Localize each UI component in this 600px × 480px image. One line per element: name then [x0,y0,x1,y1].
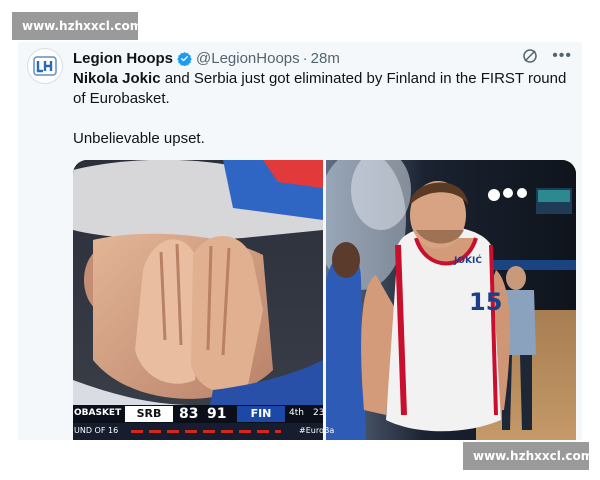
more-options-icon[interactable]: ••• [552,48,572,64]
scorebug-bottom-row: UND OF 16 #EuroBa [73,423,334,440]
scorebug-top-row: OBASKET SRB 83 91 FIN 4th 23 [73,405,325,423]
verified-badge-icon [177,51,192,66]
author-name[interactable]: Legion Hoops [73,50,173,67]
watermark-bottom: www.hzhxxcl.com [463,442,593,470]
tweet-actions: ••• [522,48,572,64]
scorebug: OBASKET SRB 83 91 FIN 4th 23 UND OF 16 #… [73,405,334,440]
scorebug-foul-indicator [131,430,281,433]
scorebug-away-score: 91 [207,406,227,422]
watermark-top: www.hzhxxcl.com [12,12,142,40]
scorebug-home-team: SRB [125,406,173,422]
scorebug-round: UND OF 16 [74,426,119,435]
tweet-header: Legion Hoops @LegionHoops · 28m [73,48,572,68]
avatar[interactable] [27,48,63,84]
scorebug-hashtag: #EuroBa [299,426,335,435]
timestamp[interactable]: 28m [311,50,340,67]
media-image-fan[interactable] [73,160,323,440]
scorebug-clock: 23 [313,408,325,418]
scorebug-home-score: 83 [179,406,199,422]
separator-dot: · [302,49,308,67]
author-handle[interactable]: @LegionHoops [196,50,300,67]
tweet-text-line-1: Nikola Jokic and Serbia just got elimina… [73,69,573,109]
jersey-name: JOKIĆ [453,254,482,266]
scorebug-quarter: 4th [289,408,304,418]
media-image-player[interactable]: 15 JOKIĆ [326,160,576,440]
tweet-text-line-2: Unbelievable upset. [73,130,205,147]
tweet-media[interactable]: 15 JOKIĆ OBASKET SRB 83 91 FIN 4th 23 UN… [73,160,576,440]
legion-hoops-logo [33,56,57,76]
tweet-text: Nikola Jokic and Serbia just got elimina… [73,69,573,149]
tweet-text-bold: Nikola Jokic [73,70,161,87]
jersey-number: 15 [469,288,502,316]
scorebug-event: OBASKET [74,408,122,418]
scorebug-away-team: FIN [237,406,285,422]
tweet-card[interactable]: Legion Hoops @LegionHoops · 28m ••• Niko… [18,42,582,440]
grok-icon[interactable] [522,48,538,64]
